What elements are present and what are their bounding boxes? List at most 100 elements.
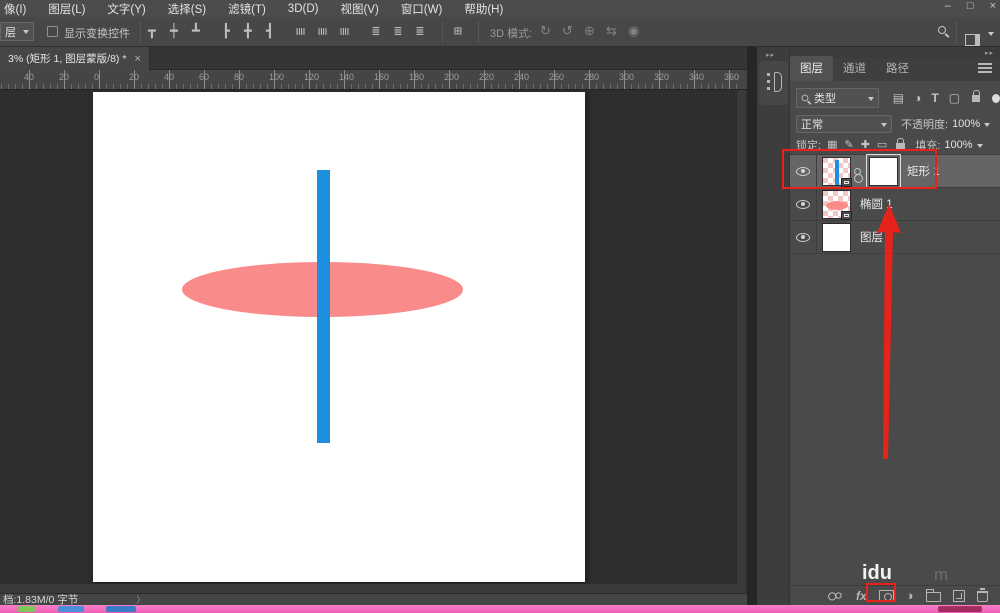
search-icon[interactable] [938, 26, 946, 34]
options-bar: 层 显示变换控件 ┳ ┿ ┻ ┣ ╋ ┫ ≣ ≣ ≣ ≣ ≣ ≣ ⊞ 3D 模式… [0, 17, 1000, 47]
collapse-panel-icon[interactable]: ▸▸ [985, 49, 994, 57]
menu-type[interactable]: 文字(Y) [96, 0, 156, 17]
3d-drag-icon[interactable]: ⊕ [584, 24, 595, 37]
filter-toggle-icon[interactable] [992, 94, 1000, 103]
show-transform-checkbox[interactable] [47, 26, 58, 37]
document-tab[interactable]: 3% (矩形 1, 图层蒙版/8) * × [0, 47, 150, 70]
tab-close-icon[interactable]: × [134, 53, 140, 65]
annotation-box-layer [782, 149, 937, 189]
layers-panel: ▸▸ 图层 通道 路径 类型 ▤ ◑ T ▢ 正常 不透明度: [790, 47, 1000, 605]
window-controls: – □ × [945, 0, 996, 12]
tab-channels[interactable]: 通道 [833, 56, 876, 81]
visibility-cell[interactable] [790, 221, 817, 254]
opacity-label: 不透明度: [901, 116, 948, 132]
collapse-dock-icon[interactable]: ▸▸ [766, 51, 775, 59]
3d-rotate-icon[interactable]: ↻ [540, 24, 551, 37]
panel-menu-icon[interactable] [978, 63, 992, 73]
minimize-icon[interactable]: – [945, 0, 951, 12]
restore-icon[interactable]: □ [967, 0, 974, 12]
auto-select-target-dropdown[interactable]: 层 [0, 22, 34, 41]
search-icon [802, 95, 809, 102]
link-layers-icon[interactable] [835, 592, 841, 598]
3d-scale-icon[interactable]: ◉ [628, 24, 639, 37]
layer-name[interactable]: 椭圆 1 [860, 196, 893, 212]
canvas-area[interactable] [0, 90, 747, 593]
separator [442, 21, 443, 43]
eye-icon[interactable] [796, 200, 810, 209]
distribute-left-icon[interactable]: ≣ [372, 25, 380, 38]
collapsed-panel-icon [774, 72, 782, 92]
menu-help[interactable]: 帮助(H) [453, 0, 514, 17]
layer-thumbnail[interactable] [822, 190, 851, 219]
layer-row-ellipse-1[interactable]: 椭圆 1 [790, 188, 1000, 221]
layer-name[interactable]: 图层 0 [860, 229, 893, 245]
windows-taskbar [0, 605, 1000, 613]
document-canvas[interactable] [93, 92, 585, 582]
document-tab-strip: 3% (矩形 1, 图层蒙版/8) * × [0, 47, 747, 70]
tab-paths[interactable]: 路径 [876, 56, 919, 81]
photoshop-window: 像(I) 图层(L) 文字(Y) 选择(S) 滤镜(T) 3D(D) 视图(V)… [0, 0, 1000, 613]
taskbar-app-icon[interactable] [106, 606, 136, 612]
menu-filter[interactable]: 滤镜(T) [217, 0, 277, 17]
align-left-edges-icon[interactable]: ┣ [222, 25, 230, 38]
workspace-switcher-icon[interactable] [965, 34, 980, 46]
menu-select[interactable]: 选择(S) [157, 0, 217, 17]
watermark-text: idu [862, 562, 892, 585]
3d-roll-icon[interactable]: ↺ [562, 24, 573, 37]
chevron-down-icon[interactable] [977, 144, 983, 151]
layer-filter-dropdown[interactable]: 类型 [796, 88, 879, 108]
menu-3d[interactable]: 3D(D) [277, 2, 330, 16]
eye-icon[interactable] [796, 233, 810, 242]
distribute-vertical-centers-icon[interactable]: ≣ [315, 28, 328, 36]
distribute-top-icon[interactable]: ≣ [293, 28, 306, 36]
panel-tabs: 图层 通道 路径 [790, 58, 1000, 81]
menu-window[interactable]: 窗口(W) [390, 0, 454, 17]
distribute-right-icon[interactable]: ≣ [416, 25, 424, 38]
align-bottom-edges-icon[interactable]: ┻ [192, 25, 200, 38]
3d-mode-label: 3D 模式: [490, 25, 532, 41]
panel-divider[interactable] [747, 47, 757, 605]
document-tab-title: 3% (矩形 1, 图层蒙版/8) * [8, 51, 126, 66]
collapsed-panel-button[interactable] [759, 61, 788, 105]
chevron-down-icon [23, 30, 29, 37]
auto-align-layers-icon[interactable]: ⊞ [454, 25, 462, 38]
visibility-cell[interactable] [790, 188, 817, 221]
delete-layer-icon[interactable] [977, 591, 988, 602]
vertical-scrollbar[interactable] [737, 90, 746, 593]
tab-layers[interactable]: 图层 [790, 56, 833, 81]
blend-mode-dropdown[interactable]: 正常 [796, 115, 892, 133]
chevron-down-icon [988, 32, 994, 39]
fill-value[interactable]: 100% [944, 139, 972, 151]
new-group-icon[interactable] [926, 592, 941, 602]
distribute-horizontal-centers-icon[interactable]: ≣ [394, 25, 402, 38]
distribute-bottom-icon[interactable]: ≣ [337, 28, 350, 36]
watermark-text-faint: m [934, 565, 948, 585]
taskbar-app-icon[interactable] [58, 606, 84, 612]
filter-adjustment-layers-icon[interactable]: ◑ [914, 92, 921, 104]
horizontal-scrollbar[interactable] [0, 584, 737, 593]
filter-shape-layers-icon[interactable]: ▢ [949, 92, 960, 104]
menu-image[interactable]: 像(I) [0, 0, 37, 17]
menu-layer[interactable]: 图层(L) [37, 0, 96, 17]
collapsed-panel-dock: ▸▸ [757, 47, 790, 605]
align-right-edges-icon[interactable]: ┫ [266, 25, 274, 38]
filter-type-layers-icon[interactable]: T [931, 92, 938, 104]
thumbnail-pink-ellipse [826, 201, 848, 210]
filter-smart-objects-icon[interactable] [972, 95, 980, 102]
chevron-down-icon[interactable] [984, 123, 990, 130]
layer-row-layer-0[interactable]: 图层 0 [790, 221, 1000, 254]
layer-thumbnail[interactable] [822, 223, 851, 252]
taskbar-start-icon[interactable] [18, 606, 36, 612]
align-vertical-centers-icon[interactable]: ┿ [170, 25, 178, 38]
align-top-edges-icon[interactable]: ┳ [148, 25, 156, 38]
new-adjustment-layer-icon[interactable]: ◑ [906, 588, 914, 603]
filter-pixel-layers-icon[interactable]: ▤ [893, 92, 904, 104]
3d-slide-icon[interactable]: ⇆ [606, 24, 617, 37]
collapsed-panel-icon [767, 73, 770, 76]
menu-bar: 像(I) 图层(L) 文字(Y) 选择(S) 滤镜(T) 3D(D) 视图(V)… [0, 0, 1000, 17]
close-icon[interactable]: × [990, 0, 996, 12]
opacity-value[interactable]: 100% [952, 118, 980, 130]
align-horizontal-centers-icon[interactable]: ╋ [244, 25, 252, 38]
menu-view[interactable]: 视图(V) [329, 0, 389, 17]
new-layer-icon[interactable] [953, 590, 965, 602]
